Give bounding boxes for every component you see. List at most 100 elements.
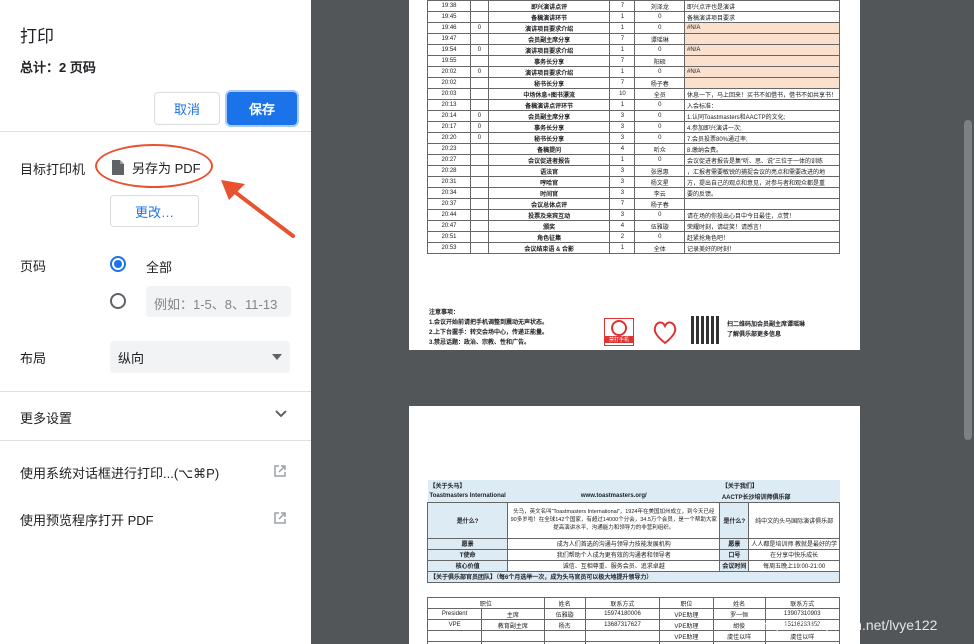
about-row: 愿景 成为人们首选的沟通与领导力技能发展机构 愿景 人人都是培训师 教就是最好的学 [426,537,840,550]
officers-header-cell: 联系方式 [584,597,661,609]
agenda-cell [470,198,489,210]
agenda-cell: 19:54 [427,44,471,56]
chevron-down-icon[interactable] [274,409,288,419]
agenda-row: 20:37 会议总体点评 7 杨子春 [427,198,841,210]
about-cell: 人人都是培训师 教就是最好的学 [748,537,840,550]
qr-code [691,316,719,344]
agenda-cell: 赶紧抢角色吧！ [683,231,841,243]
agenda-cell: 7 [609,33,636,45]
agenda-cell: 20:13 [427,99,471,111]
dropdown-caret-icon [272,354,282,360]
agenda-cell: 7 [609,198,636,210]
agenda-cell: 20:47 [427,220,471,232]
about-header: 【关于头马】 [429,484,466,490]
agenda-cell: 0 [470,44,489,56]
print-settings-panel: 打印 总计：2 页码 取消 保存 目标打印机 另存为 PDF 更改… 页码 全部… [0,0,311,644]
agenda-cell: 20:03 [427,88,471,100]
about-cell: 成为人们首选的沟通与领导力技能发展机构 [507,537,721,550]
agenda-cell: 0 [634,44,685,56]
agenda-cell: 伍雅璇 [634,220,685,232]
agenda-cell: 张恩惠 [634,165,685,177]
preview-app-link[interactable]: 使用预览程序打开 PDF [20,510,154,529]
agenda-cell: 0 [634,11,685,23]
agenda-row: 19:38 即兴演讲点评 7 刘泽龙 即兴点评也是演讲 [427,0,841,12]
change-destination-button[interactable]: 更改… [110,195,199,227]
agenda-cell: 2 [609,231,636,243]
open-external-icon[interactable] [273,511,287,525]
agenda-cell: 3 [609,209,636,221]
officer-cell [481,630,545,642]
agenda-cell: 20:02 [427,77,471,89]
officer-cell: 杨杰 [543,619,586,631]
agenda-cell: 3 [609,187,636,199]
agenda-cell [470,209,489,221]
agenda-cell: 20:02 [427,66,471,78]
agenda-cell: 3 [609,121,636,133]
officer-cell: 虞佳以咩 [712,630,766,642]
dialog-title: 打印 [20,27,54,46]
open-external-icon[interactable] [273,464,287,478]
agenda-cell: 1 [609,242,636,254]
agenda-cell: 秘书长分享 [487,77,611,89]
no-phone-label: 禁打手机 [605,336,633,343]
preview-scrollbar[interactable] [964,120,972,440]
agenda-cell: 演讲项目要求介绍 [487,22,611,34]
pages-all-label: 全部 [146,260,173,275]
agenda-cell [470,154,489,166]
agenda-cell: 0 [634,154,685,166]
pages-custom-input[interactable]: 例如：1-5、8、11-13 [146,286,291,317]
divider [0,391,311,392]
agenda-row: 19:55 事务长分享 7 阳硕 [427,55,841,67]
agenda-row: 20:17 0 事务长分享 3 0 4.参加即兴演讲一次; [427,121,841,133]
agenda-cell: 7 [609,77,636,89]
agenda-cell [470,143,489,155]
system-dialog-link[interactable]: 使用系统对话框进行打印...(⌥⌘P) [20,463,219,482]
agenda-cell: 休息一下，马上回来！买书不如借书，借书不如共享书！ [683,88,841,100]
agenda-cell: 投票及来宾互动 [487,209,611,221]
agenda-cell: 20:53 [427,242,471,254]
pages-custom-radio[interactable] [110,293,126,309]
agenda-cell: 20:28 [427,165,471,177]
officer-cell [426,630,483,642]
qr-caption-line: 扫二维码加会员副主席谭瑶琳 [727,322,806,328]
agenda-row: 20:20 0 秘书长分享 3 0 7.会员投票80%通过率; [427,132,841,144]
layout-select[interactable]: 纵向 [110,341,290,373]
more-settings-label[interactable]: 更多设置 [20,408,72,427]
no-phone-sign: 禁打手机 [604,318,634,346]
agenda-cell [470,33,489,45]
cancel-button[interactable]: 取消 [154,92,220,125]
agenda-cell: 20:34 [427,187,471,199]
officer-cell [543,630,586,642]
agenda-cell: 1 [609,22,636,34]
agenda-cell: 记录美好的时刻！ [683,242,841,254]
agenda-cell: 杨子春 [634,198,685,210]
club-name: AACTP长沙培训师俱乐部 [721,494,791,501]
destination-value[interactable]: 另存为 PDF [98,147,210,187]
agenda-cell: 备稿演讲点评环节 [487,99,611,111]
about-row: 核心价值 诚信、互相尊重、服务会员、追求卓越 会议时间 每周五晚上19:00-21:0… [426,559,840,572]
officers-header-cell: 职位 [427,597,545,609]
destination-label: 目标打印机 [20,162,86,177]
agenda-cell: 0 [634,231,685,243]
divider [0,440,311,441]
agenda-cell: 0 [470,22,489,34]
officer-cell: VPE助理 [659,619,714,631]
agenda-row: 20:53 会议结束语 & 合影 1 全体 记录美好的时刻！ [427,242,841,254]
agenda-cell [470,242,489,254]
save-button[interactable]: 保存 [227,92,297,125]
pages-all-radio[interactable] [110,256,126,272]
agenda-cell: 20:37 [427,198,471,210]
agenda-cell [470,0,489,12]
agenda-cell: 荣耀时刻，请绽笑！请感言！ [683,220,841,232]
agenda-cell [470,99,489,111]
agenda-cell: 入会标准： [683,99,841,111]
agenda-cell [470,231,489,243]
officer-cell: President [426,608,483,620]
officers-header-cell: 职位 [659,597,714,609]
agenda-cell: 事务长分享 [487,121,611,133]
agenda-cell: 0 [634,110,685,122]
pages-label: 页码 [20,259,47,274]
print-preview[interactable]: 19:38 即兴演讲点评 7 刘泽龙 即兴点评也是演讲 19:45 备稿演讲环节 1 0 备稿演讲… [311,0,974,644]
layout-label: 布局 [20,351,47,366]
agenda-cell: 即兴点评也是演讲 [683,0,841,12]
